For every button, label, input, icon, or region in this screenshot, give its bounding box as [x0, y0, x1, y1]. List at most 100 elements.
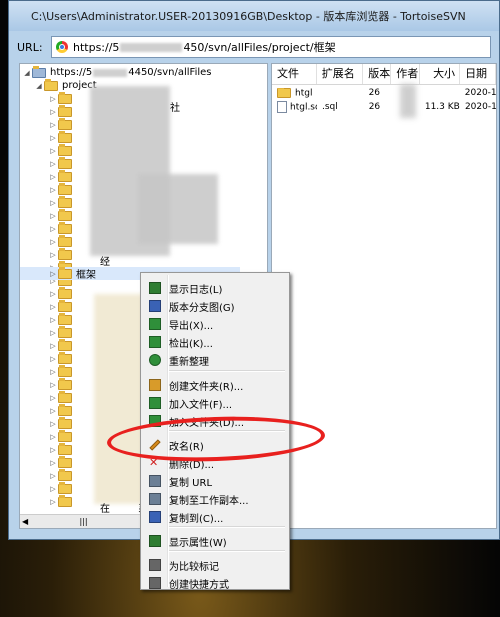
expand-arrow-icon[interactable]: ▷: [48, 186, 58, 194]
expand-arrow-icon[interactable]: ◢: [22, 69, 32, 77]
tree-item[interactable]: ▷: [48, 169, 76, 183]
tree-item[interactable]: ▷: [48, 182, 76, 196]
expand-arrow-icon[interactable]: ▷: [48, 368, 58, 376]
menu-item-delete[interactable]: ✕ 删除(D)...: [143, 454, 287, 472]
scroll-grip[interactable]: |||: [79, 517, 87, 526]
menu-item-add-folder[interactable]: 加入文件夹(D)...: [143, 412, 287, 430]
expand-arrow-icon[interactable]: ▷: [48, 446, 58, 454]
expand-arrow-icon[interactable]: ▷: [48, 420, 58, 428]
copy-url-icon: [149, 475, 161, 487]
table-row[interactable]: htgl 26 2020-12-: [272, 86, 496, 100]
menu-item-rename[interactable]: 改名(R): [143, 436, 287, 454]
tree-item[interactable]: ▷: [48, 221, 76, 235]
tree-item[interactable]: ▷: [48, 247, 76, 261]
expand-arrow-icon[interactable]: ◢: [34, 82, 44, 90]
expand-arrow-icon[interactable]: ▷: [48, 212, 58, 220]
tree-item[interactable]: ▷: [48, 143, 76, 157]
expand-arrow-icon[interactable]: ▷: [48, 225, 58, 233]
menu-item-shortcut[interactable]: 创建快捷方式: [143, 574, 287, 592]
tree-item[interactable]: ▷: [48, 312, 76, 326]
tree-item[interactable]: ▷: [48, 390, 76, 404]
tree-item[interactable]: ▷: [48, 429, 76, 443]
expand-arrow-icon[interactable]: ▷: [48, 329, 58, 337]
expand-arrow-icon[interactable]: ▷: [48, 121, 58, 129]
expand-arrow-icon[interactable]: ▷: [48, 433, 58, 441]
tree-item[interactable]: ▷: [48, 156, 76, 170]
tree-item[interactable]: ▷: [48, 403, 76, 417]
expand-arrow-icon[interactable]: ▷: [48, 407, 58, 415]
scroll-left-icon[interactable]: ◀: [22, 517, 28, 526]
expand-arrow-icon[interactable]: ▷: [48, 355, 58, 363]
menu-item-graph[interactable]: 版本分支图(G): [143, 297, 287, 315]
col-rev[interactable]: 版本: [363, 64, 392, 84]
expand-arrow-icon[interactable]: ▷: [48, 290, 58, 298]
expand-arrow-icon[interactable]: ▷: [48, 303, 58, 311]
col-date[interactable]: 日期: [460, 64, 496, 84]
col-ext[interactable]: 扩展名: [317, 64, 364, 84]
file-list[interactable]: 文件 扩展名 版本 作者 大小 日期 htgl 26 2020-12- htgl…: [271, 63, 497, 529]
menu-item-copy-url[interactable]: 复制 URL: [143, 472, 287, 490]
menu-item-checkout[interactable]: 检出(K)...: [143, 333, 287, 351]
menu-item-mark-compare[interactable]: 为比较标记: [143, 556, 287, 574]
col-author[interactable]: 作者: [391, 64, 421, 84]
tree-item[interactable]: ▷: [48, 442, 76, 456]
col-file[interactable]: 文件: [272, 64, 317, 84]
menu-item-refresh[interactable]: 重新整理: [143, 351, 287, 369]
expand-arrow-icon[interactable]: ▷: [48, 472, 58, 480]
col-size[interactable]: 大小: [420, 64, 461, 84]
expand-arrow-icon[interactable]: ▷: [48, 147, 58, 155]
tree-item[interactable]: ▷: [48, 208, 76, 222]
menu-item-label: 复制 URL: [169, 477, 213, 489]
expand-arrow-icon[interactable]: ▷: [48, 134, 58, 142]
tree-item[interactable]: ▷: [48, 338, 76, 352]
menu-item-copy-to[interactable]: 复制到(C)...: [143, 508, 287, 526]
tree-root[interactable]: ◢ https://5 4450/svn/allFiles: [22, 65, 212, 79]
expand-arrow-icon[interactable]: ▷: [48, 108, 58, 116]
tree-item[interactable]: ▷: [48, 234, 76, 248]
tree-item[interactable]: ▷: [48, 351, 76, 365]
expand-arrow-icon[interactable]: ▷: [48, 251, 58, 259]
menu-item-new-folder[interactable]: 创建文件夹(R)...: [143, 376, 287, 394]
expand-arrow-icon[interactable]: ▷: [48, 160, 58, 168]
tree-item[interactable]: ▷: [48, 377, 76, 391]
tree-item[interactable]: ▷: [48, 325, 76, 339]
menu-item-copy-wc[interactable]: 复制至工作副本...: [143, 490, 287, 508]
url-suffix: 450/svn/allFiles/project/框架: [183, 41, 336, 54]
menu-item-export[interactable]: 导出(X)...: [143, 315, 287, 333]
copy-to-icon: [149, 511, 161, 523]
tree-item[interactable]: ▷: [48, 481, 76, 495]
menu-item-log[interactable]: 显示日志(L): [143, 279, 287, 297]
tree-item[interactable]: ▷: [48, 91, 76, 105]
expand-arrow-icon[interactable]: ▷: [48, 238, 58, 246]
table-row[interactable]: htgl.sql .sql 26 11.3 KB 2020-12-: [272, 100, 496, 114]
tree-item[interactable]: ▷: [48, 117, 76, 131]
url-input[interactable]: https://5 450/svn/allFiles/project/框架: [51, 36, 491, 58]
menu-item-label: 创建快捷方式: [169, 579, 229, 591]
tree-item[interactable]: ▷: [48, 195, 76, 209]
expand-arrow-icon[interactable]: ▷: [48, 381, 58, 389]
tree-item[interactable]: ▷: [48, 364, 76, 378]
tree-item[interactable]: ▷: [48, 416, 76, 430]
expand-arrow-icon[interactable]: ▷: [48, 95, 58, 103]
tree-item[interactable]: ▷: [48, 494, 76, 508]
expand-arrow-icon[interactable]: ▷: [48, 394, 58, 402]
expand-arrow-icon[interactable]: ▷: [48, 270, 58, 278]
tree-item[interactable]: ▷: [48, 104, 76, 118]
expand-arrow-icon[interactable]: ▷: [48, 459, 58, 467]
expand-arrow-icon[interactable]: ▷: [48, 316, 58, 324]
tree-item[interactable]: ▷: [48, 286, 76, 300]
tree-item[interactable]: ▷: [48, 299, 76, 313]
menu-item-add-file[interactable]: 加入文件(F)...: [143, 394, 287, 412]
expand-arrow-icon[interactable]: ▷: [48, 498, 58, 506]
expand-arrow-icon[interactable]: ▷: [48, 173, 58, 181]
tree-item[interactable]: ▷: [48, 455, 76, 469]
expand-arrow-icon[interactable]: ▷: [48, 199, 58, 207]
menu-item-properties[interactable]: 显示属性(W): [143, 532, 287, 550]
folder-icon: [58, 104, 72, 117]
tree-project[interactable]: ◢ project: [34, 78, 97, 92]
tree-item[interactable]: ▷: [48, 468, 76, 482]
expand-arrow-icon[interactable]: ▷: [48, 485, 58, 493]
tree-item[interactable]: ▷: [48, 130, 76, 144]
expand-arrow-icon[interactable]: ▷: [48, 342, 58, 350]
folder-icon: [58, 364, 72, 377]
